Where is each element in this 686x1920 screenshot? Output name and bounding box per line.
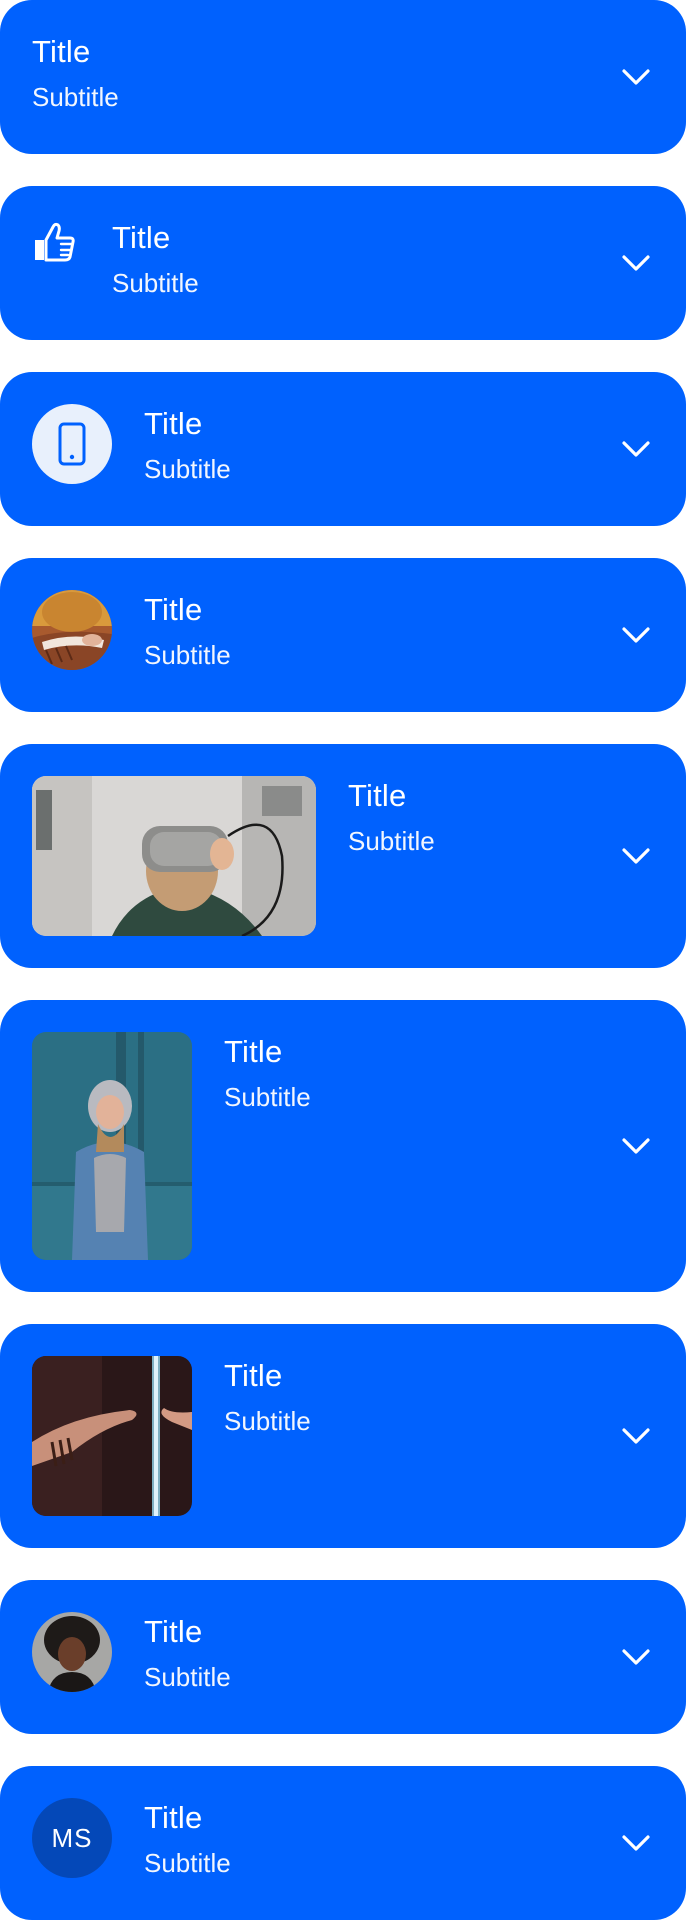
item-title: Title xyxy=(224,1034,283,1069)
thumbs-up-icon xyxy=(35,222,75,262)
list-item-4[interactable]: Title Subtitle xyxy=(0,558,686,712)
item-subtitle: Subtitle xyxy=(144,1662,231,1692)
thumbnail-photo xyxy=(32,776,316,936)
avatar-image xyxy=(32,590,112,670)
list-item-text: Title Subtitle xyxy=(144,1614,231,1692)
list-item-2[interactable]: Title Subtitle xyxy=(0,186,686,340)
avatar-photo xyxy=(32,590,112,670)
item-title: Title xyxy=(32,34,91,69)
item-title: Title xyxy=(144,592,203,627)
item-subtitle: Subtitle xyxy=(224,1082,311,1112)
item-subtitle: Subtitle xyxy=(144,640,231,670)
list-item-6[interactable]: Title Subtitle xyxy=(0,1000,686,1292)
item-subtitle: Subtitle xyxy=(32,82,119,112)
thumbnail-image xyxy=(32,1032,192,1260)
list-item-text: Title Subtitle xyxy=(32,34,119,112)
chevron-down-icon[interactable] xyxy=(620,624,652,646)
list-item-text: Title Subtitle xyxy=(224,1358,311,1436)
list-item-text: Title Subtitle xyxy=(224,1034,311,1112)
thumbnail-image xyxy=(32,1356,192,1516)
list-item-text: Title Subtitle xyxy=(144,1800,231,1878)
list-item-9[interactable]: MS Title Subtitle xyxy=(0,1766,686,1920)
thumbnail-photo xyxy=(32,1032,192,1260)
list-item-text: Title Subtitle xyxy=(144,406,231,484)
item-title: Title xyxy=(144,406,203,441)
chevron-down-icon[interactable] xyxy=(620,845,652,867)
chevron-down-icon[interactable] xyxy=(620,66,652,88)
list-item-3[interactable]: Title Subtitle xyxy=(0,372,686,526)
item-title: Title xyxy=(144,1614,203,1649)
item-subtitle: Subtitle xyxy=(144,1848,231,1878)
item-subtitle: Subtitle xyxy=(348,826,435,856)
avatar-image xyxy=(32,1612,112,1692)
chevron-down-icon[interactable] xyxy=(620,1425,652,1447)
icon-badge xyxy=(32,404,112,484)
list-item-5[interactable]: Title Subtitle xyxy=(0,744,686,968)
item-title: Title xyxy=(112,220,171,255)
item-subtitle: Subtitle xyxy=(224,1406,311,1436)
item-title: Title xyxy=(144,1800,203,1835)
chevron-down-icon[interactable] xyxy=(620,252,652,274)
list-item-1[interactable]: Title Subtitle xyxy=(0,0,686,154)
list-item-7[interactable]: Title Subtitle xyxy=(0,1324,686,1548)
list-item-text: Title Subtitle xyxy=(348,778,435,856)
thumbnail-image xyxy=(32,776,316,936)
chevron-down-icon[interactable] xyxy=(620,438,652,460)
thumbnail-photo xyxy=(32,1356,192,1516)
chevron-down-icon[interactable] xyxy=(620,1832,652,1854)
item-subtitle: Subtitle xyxy=(144,454,231,484)
item-subtitle: Subtitle xyxy=(112,268,199,298)
list-item-8[interactable]: Title Subtitle xyxy=(0,1580,686,1734)
chevron-down-icon[interactable] xyxy=(620,1646,652,1668)
item-title: Title xyxy=(348,778,407,813)
list-item-text: Title Subtitle xyxy=(112,220,199,298)
smartphone-icon xyxy=(58,422,86,466)
chevron-down-icon[interactable] xyxy=(620,1135,652,1157)
avatar-photo xyxy=(32,1612,112,1692)
item-title: Title xyxy=(224,1358,283,1393)
avatar-initials: MS xyxy=(32,1798,112,1878)
list-item-text: Title Subtitle xyxy=(144,592,231,670)
